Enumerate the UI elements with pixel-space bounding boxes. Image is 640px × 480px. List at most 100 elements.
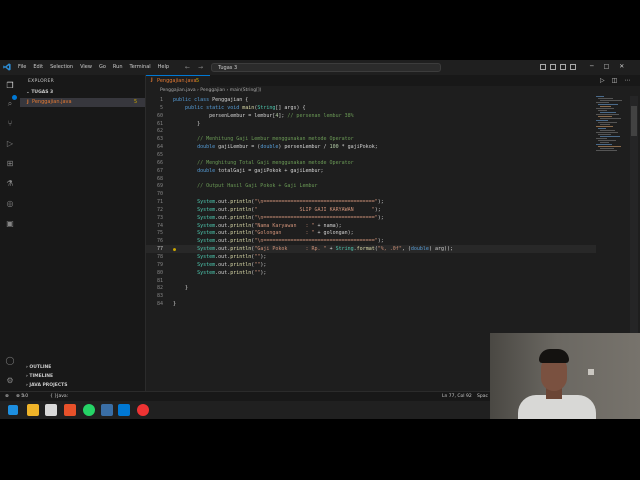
code-line[interactable]: 83 — [146, 292, 596, 300]
app-icon[interactable] — [45, 404, 57, 416]
code-line[interactable]: 68 — [146, 175, 596, 183]
code-line[interactable]: 81 — [146, 277, 596, 285]
code-line[interactable]: 71 System.out.println("\n===============… — [146, 198, 596, 206]
minimap-line — [600, 124, 610, 125]
remote-explorer-icon[interactable]: ◎ — [5, 199, 15, 209]
code-line[interactable]: 67 double totalGaji = gajiPokok + gajiLe… — [146, 167, 596, 175]
scrollbar-thumb[interactable] — [631, 106, 637, 136]
java-projects-section[interactable]: › JAVA PROJECTS — [26, 383, 67, 388]
minimap[interactable] — [596, 96, 628, 156]
code-text: System.out.println(""); — [197, 269, 267, 276]
menu-view[interactable]: View — [80, 64, 92, 70]
explorer-icon[interactable]: ❐ — [5, 81, 15, 91]
back-arrow-icon[interactable]: ← — [185, 64, 190, 71]
toggle-secondary-sidebar-icon[interactable] — [560, 64, 566, 70]
run-icon[interactable]: ▷ — [600, 77, 605, 84]
line-number: 64 — [156, 144, 163, 151]
code-line[interactable]: 66 // Menghitung Total Gaji menggunakan … — [146, 159, 596, 167]
code-line[interactable]: 75 System.out.println("Golongan : " + go… — [146, 229, 596, 237]
code-line[interactable]: 77 System.out.println("Gaji Pokok : Rp. … — [146, 245, 596, 254]
code-line[interactable]: 74 System.out.println("Nama Karyawan : "… — [146, 222, 596, 230]
vscode-taskbar-icon[interactable] — [118, 404, 130, 416]
brave-browser-icon[interactable] — [64, 404, 76, 416]
line-number: 69 — [156, 183, 163, 190]
code-line[interactable]: 78 System.out.println(""); — [146, 253, 596, 261]
code-line[interactable]: 72 System.out.println(" SLIP GAJI KARYAW… — [146, 206, 596, 214]
code-line[interactable]: 60 persenLembur = lembur[4]; // persenan… — [146, 112, 596, 120]
breadcrumb-method[interactable]: main(String[]) — [230, 88, 262, 93]
extensions-icon[interactable]: ⊞ — [5, 159, 15, 169]
code-line[interactable]: 69 // Output Hasil Gaji Pokok + Gaji Lem… — [146, 182, 596, 190]
search-icon[interactable]: ⌕ — [5, 99, 15, 109]
split-editor-icon[interactable]: ◫ — [612, 77, 618, 84]
code-line[interactable]: 70 — [146, 190, 596, 198]
code-line[interactable]: 73 System.out.println("\n===============… — [146, 214, 596, 222]
source-control-icon[interactable]: ⑂ — [5, 119, 15, 129]
testing-icon[interactable]: ⚗ — [5, 179, 15, 189]
workspace-folder[interactable]: ⌄ TUGAS 3 — [26, 90, 53, 95]
editor-tabs: J Penggajian.java 5 ▷ ◫ ⋯ — [146, 75, 640, 86]
code-line[interactable]: 64 double gajiLembur = (double) persenLe… — [146, 143, 596, 151]
account-icon[interactable]: ◯ — [5, 356, 15, 366]
minimap-line — [596, 102, 609, 103]
minimap-line — [598, 128, 606, 129]
code-text: double totalGaji = gajiPokok + gajiLembu… — [197, 167, 324, 174]
code-text: System.out.println(""); — [197, 254, 267, 260]
customize-layout-icon[interactable] — [570, 64, 576, 70]
minimize-icon[interactable]: ─ — [590, 63, 594, 70]
obs-recording-icon[interactable] — [137, 404, 149, 416]
code-line[interactable]: 63 // Menhitung Gaji Lembur menggunakan … — [146, 135, 596, 143]
breadcrumb-class[interactable]: Penggajian — [200, 88, 225, 93]
menu-run[interactable]: Run — [113, 64, 123, 70]
breadcrumb: Penggajian.java › Penggajian › main(Stri… — [160, 88, 262, 93]
more-actions-icon[interactable]: ⋯ — [624, 77, 630, 84]
code-line[interactable]: 84} — [146, 300, 596, 308]
breadcrumb-file[interactable]: Penggajian.java — [160, 88, 196, 93]
file-explorer-icon[interactable] — [27, 404, 39, 416]
code-text: persenLembur = lembur[4]; // persenan le… — [173, 112, 354, 119]
code-line[interactable]: 65 — [146, 151, 596, 159]
timeline-label: TIMELINE — [29, 374, 54, 379]
java-projects-icon[interactable]: ▣ — [5, 219, 15, 229]
code-text: System.out.println(""); — [197, 261, 267, 268]
menu-go[interactable]: Go — [99, 64, 106, 70]
code-text: public class Penggajian { — [173, 97, 249, 103]
forward-arrow-icon[interactable]: → — [198, 64, 203, 71]
settings-gear-icon[interactable]: ⚙ — [5, 376, 15, 386]
run-debug-icon[interactable]: ▷ — [5, 139, 15, 149]
code-line[interactable]: 62 — [146, 127, 596, 135]
minimap-line — [596, 126, 613, 127]
menu-edit[interactable]: Edit — [33, 64, 43, 70]
maximize-icon[interactable]: □ — [604, 63, 610, 70]
timeline-section[interactable]: › TIMELINE — [26, 374, 53, 379]
sticky-scroll-line[interactable]: 5 public static void main(String[] args)… — [146, 104, 596, 112]
line-number: 60 — [156, 112, 163, 119]
code-line[interactable]: 61 } — [146, 120, 596, 128]
minimap-line — [596, 150, 617, 151]
menu-selection[interactable]: Selection — [50, 64, 73, 70]
window-controls: ─ □ ✕ — [590, 63, 624, 70]
code-text: System.out.println("\n==================… — [197, 199, 384, 206]
tab-penggajian[interactable]: J Penggajian.java 5 — [146, 75, 210, 86]
menu-file[interactable]: File — [18, 64, 26, 70]
menu-terminal[interactable]: Terminal — [130, 64, 151, 70]
code-line[interactable]: 80 System.out.println(""); — [146, 269, 596, 277]
code-line[interactable]: 76 System.out.println("\n===============… — [146, 237, 596, 245]
command-center-search[interactable]: Tugas 3 — [211, 62, 442, 72]
minimap-line — [600, 142, 609, 143]
menu-help[interactable]: Help — [158, 64, 169, 70]
windows-start-icon[interactable] — [8, 405, 18, 415]
outline-section[interactable]: › OUTLINE — [26, 365, 51, 370]
minimap-line — [600, 130, 615, 131]
toggle-panel-icon[interactable] — [550, 64, 556, 70]
toggle-sidebar-icon[interactable] — [540, 64, 546, 70]
close-icon[interactable]: ✕ — [619, 63, 624, 70]
whatsapp-icon[interactable] — [83, 404, 95, 416]
sticky-scroll-line[interactable]: 1 public class Penggajian { — [146, 96, 596, 104]
code-line[interactable]: 82 } — [146, 284, 596, 292]
file-item-penggajian[interactable]: J Penggajian.java 5 — [20, 98, 145, 107]
line-number: 67 — [156, 167, 163, 174]
app-icon-2[interactable] — [101, 404, 113, 416]
line-number: 83 — [156, 293, 163, 300]
code-line[interactable]: 79 System.out.println(""); — [146, 261, 596, 269]
